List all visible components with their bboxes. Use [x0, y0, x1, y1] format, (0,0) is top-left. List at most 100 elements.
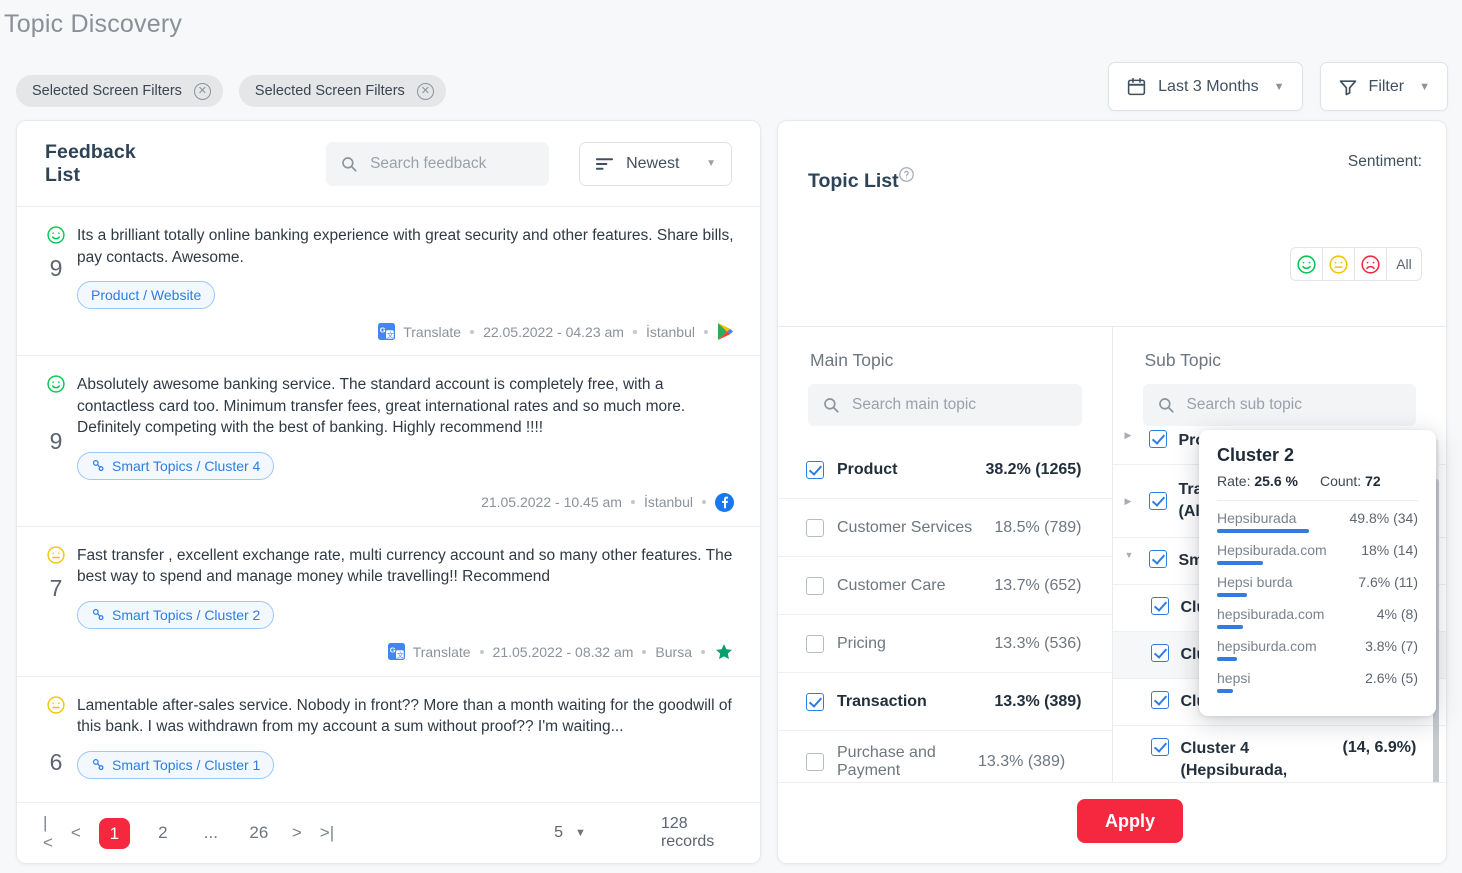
feedback-item[interactable]: 9 Its a brilliant totally online banking…: [17, 206, 760, 355]
search-sub-topic-input[interactable]: [1186, 396, 1402, 414]
search-feedback-box[interactable]: [326, 141, 550, 186]
translate-action[interactable]: G 文 Translate: [387, 643, 471, 660]
main-topic-row[interactable]: Pricing 13.3% (536): [778, 615, 1112, 673]
chevron-right-icon[interactable]: ▶: [1125, 430, 1137, 441]
google-translate-icon: G 文: [378, 323, 396, 340]
feedback-meta: G 文 Translate 21.05.2022 - 08.32 am Burs…: [77, 642, 734, 662]
search-sub-topic-box[interactable]: [1142, 384, 1416, 426]
tooltip-term-bar: [1217, 657, 1238, 661]
main-topic-row[interactable]: Customer Services 18.5% (789): [778, 499, 1112, 557]
sort-button[interactable]: Newest ▼: [579, 141, 732, 186]
page-button-1[interactable]: 1: [98, 817, 130, 849]
search-icon: [340, 155, 358, 173]
translate-action[interactable]: G 文 Translate: [378, 323, 461, 340]
page-button-26[interactable]: 26: [244, 823, 274, 843]
tooltip-term: Hepsiburada.com: [1217, 542, 1327, 558]
checkbox-icon[interactable]: [806, 753, 824, 771]
main-topic-label-text: Customer Care: [837, 576, 946, 594]
tooltip-term-row: hepsi 2.6% (5): [1217, 670, 1418, 693]
checkbox-icon[interactable]: [806, 518, 824, 537]
feedback-score-block: 6: [35, 695, 77, 779]
main-topic-label-text: Customer Services: [837, 518, 973, 536]
tooltip-term-row: Hepsiburada.com 18% (14): [1217, 542, 1418, 565]
checkbox-checked-icon[interactable]: [1148, 430, 1167, 448]
sentiment-neutral-button[interactable]: [1323, 248, 1355, 280]
last-page-button[interactable]: >|: [320, 823, 334, 843]
main-topic-row[interactable]: Product 38.2% (1265): [778, 441, 1112, 499]
feedback-items[interactable]: 9 Its a brilliant totally online banking…: [17, 206, 760, 802]
filter-chip[interactable]: Selected Screen Filters ✕: [238, 75, 446, 107]
meta-separator-dot: [479, 649, 484, 654]
apply-button[interactable]: Apply: [1077, 799, 1184, 843]
checkbox-icon[interactable]: [806, 634, 824, 653]
meta-separator-dot: [632, 329, 637, 334]
tooltip-divider: [1217, 500, 1418, 501]
feedback-item[interactable]: 9 Absolutely awesome banking service. Th…: [17, 355, 760, 526]
feedback-topic-tag[interactable]: Product / Website: [77, 281, 216, 309]
checkbox-checked-icon[interactable]: [1150, 644, 1169, 662]
checkbox-checked-icon[interactable]: [1148, 492, 1167, 510]
feedback-body: Lamentable after-sales service. Nobody i…: [77, 695, 734, 779]
feedback-text: Absolutely awesome banking service. The …: [77, 376, 686, 436]
checkbox-checked-icon[interactable]: [806, 692, 824, 711]
search-main-topic-input[interactable]: [852, 396, 1068, 414]
checkbox-checked-icon[interactable]: [1150, 738, 1169, 756]
main-topic-row[interactable]: Purchase and Payment 13.3% (389): [778, 731, 1112, 782]
record-count: 128 records: [660, 815, 715, 850]
feedback-list-title: Feedback List: [45, 140, 136, 186]
sentiment-label: Sentiment:: [1347, 153, 1422, 170]
feedback-item[interactable]: 7 Fast transfer , excellent exchange rat…: [17, 525, 760, 676]
smart-topics-icon: [91, 758, 105, 772]
checkbox-checked-icon[interactable]: [806, 460, 824, 479]
tooltip-term-value: 2.6% (5): [1365, 670, 1418, 686]
tooltip-term-bar: [1217, 625, 1244, 629]
checkbox-checked-icon[interactable]: [1150, 691, 1169, 709]
checkbox-icon[interactable]: [806, 576, 824, 595]
feedback-topic-tag[interactable]: Smart Topics / Cluster 1: [77, 750, 275, 779]
main-topic-column: Main Topic Product 38.2% (1265): [778, 326, 1113, 782]
sort-label: Newest: [626, 154, 680, 172]
checkbox-checked-icon[interactable]: [1148, 550, 1167, 568]
feedback-item[interactable]: 6 Lamentable after-sales service. Nobody…: [17, 675, 760, 793]
help-icon[interactable]: [898, 166, 915, 183]
prev-page-button[interactable]: <: [71, 823, 81, 843]
page-button-2[interactable]: 2: [148, 823, 178, 843]
feedback-topic-tag[interactable]: Smart Topics / Cluster 4: [77, 451, 275, 480]
date-range-button[interactable]: Last 3 Months ▼: [1108, 62, 1303, 111]
search-main-topic-box[interactable]: [808, 384, 1082, 426]
rows-per-page-select[interactable]: 5 ▼: [554, 824, 586, 842]
next-page-button[interactable]: >: [292, 823, 302, 843]
main-topic-row[interactable]: Transaction 13.3% (389): [778, 673, 1112, 731]
close-icon[interactable]: ✕: [193, 82, 211, 100]
sub-topic-row[interactable]: Cluster 4 (Hepsiburada, Hepsiburada...) …: [1113, 726, 1447, 782]
chevron-right-icon[interactable]: ▶: [1125, 496, 1137, 507]
search-feedback-input[interactable]: [370, 154, 536, 173]
sentiment-all-button[interactable]: All: [1387, 248, 1421, 280]
filter-button[interactable]: Filter ▼: [1319, 62, 1448, 111]
sort-icon: [595, 156, 614, 172]
sentiment-negative-button[interactable]: [1355, 248, 1387, 280]
main-topic-value: 38.2% (1265): [985, 460, 1082, 478]
tooltip-term-bar: [1217, 593, 1248, 597]
main-topic-row[interactable]: Customer Care 13.7% (652): [778, 557, 1112, 615]
feedback-topic-tag[interactable]: Smart Topics / Cluster 2: [77, 600, 275, 629]
tooltip-term-value: 49.8% (34): [1349, 510, 1418, 526]
main-topic-label: Main Topic: [810, 350, 894, 370]
chevron-down-icon[interactable]: ▼: [1125, 550, 1137, 560]
sentiment-positive-icon: [46, 374, 66, 394]
main-topic-value: 18.5% (789): [994, 518, 1082, 536]
close-icon[interactable]: ✕: [416, 82, 434, 100]
filter-chip[interactable]: Selected Screen Filters ✕: [16, 75, 223, 107]
main-topic-rows[interactable]: Product 38.2% (1265) Customer Services 1…: [778, 441, 1112, 782]
pagination: |< < 1 2 ... 26 > >| 5 ▼ 128 records: [17, 802, 760, 863]
tooltip-term: Hepsiburada: [1217, 510, 1297, 526]
meta-separator-dot: [704, 329, 708, 334]
sentiment-all-label: All: [1396, 256, 1412, 272]
feedback-score: 9: [49, 255, 63, 281]
feedback-score: 7: [49, 574, 63, 601]
first-page-button[interactable]: |<: [43, 813, 53, 853]
tooltip-term: hepsi: [1217, 670, 1251, 686]
main-topic-label-text: Purchase and Payment: [837, 744, 936, 779]
sentiment-positive-button[interactable]: [1291, 248, 1323, 280]
checkbox-checked-icon[interactable]: [1150, 597, 1169, 615]
